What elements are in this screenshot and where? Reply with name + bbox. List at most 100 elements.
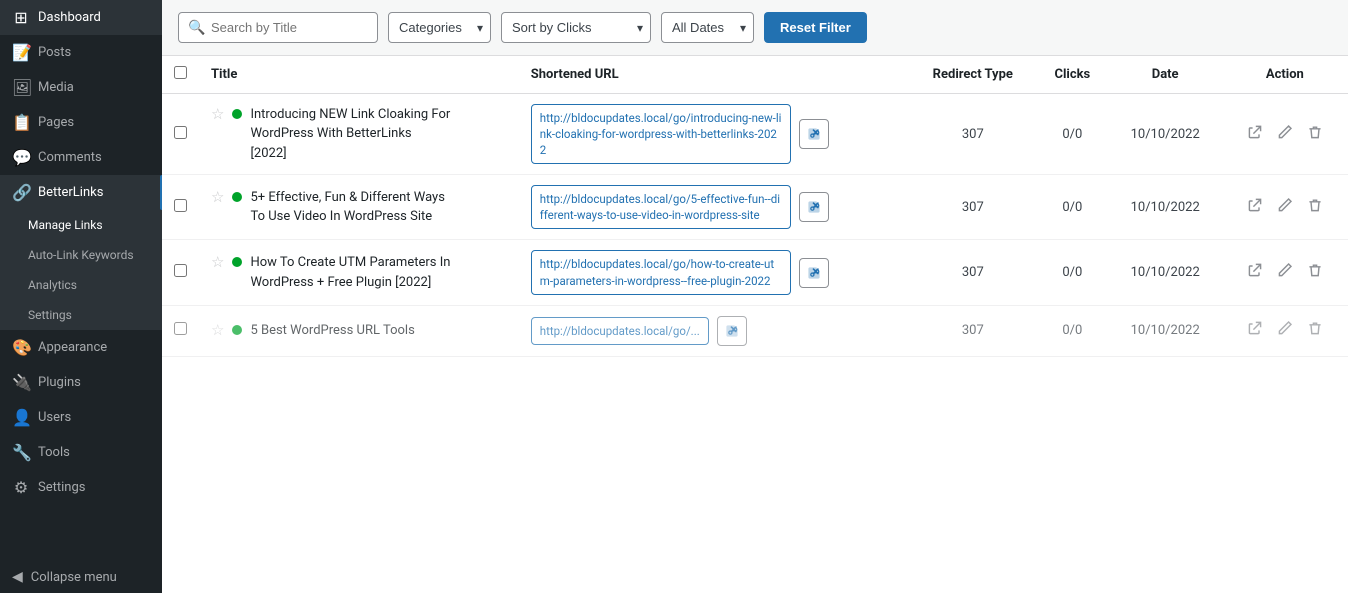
open-link-button[interactable] bbox=[1245, 122, 1265, 147]
table-body: ☆ Introducing NEW Link Cloaking For Word… bbox=[162, 94, 1348, 357]
row-title-cell: ☆ 5 Best WordPress URL Tools bbox=[199, 305, 519, 356]
th-clicks: Clicks bbox=[1036, 56, 1109, 94]
row-checkbox[interactable] bbox=[174, 126, 187, 139]
categories-select-wrapper: Categories bbox=[388, 12, 491, 43]
row-actions bbox=[1222, 94, 1348, 175]
delete-link-button[interactable] bbox=[1305, 122, 1325, 147]
status-dot bbox=[232, 325, 242, 335]
sort-select-wrapper: Sort by Clicks bbox=[501, 12, 651, 43]
edit-link-button[interactable] bbox=[1275, 122, 1295, 147]
settings-icon: ⚙ bbox=[12, 478, 30, 497]
edit-link-button[interactable] bbox=[1275, 195, 1295, 220]
search-input[interactable] bbox=[178, 12, 378, 43]
sidebar-item-sub-settings[interactable]: Settings bbox=[0, 300, 162, 330]
row-checkbox[interactable] bbox=[174, 199, 187, 212]
th-shortened-url: Shortened URL bbox=[519, 56, 910, 94]
copy-link-button[interactable] bbox=[799, 119, 829, 149]
categories-select[interactable]: Categories bbox=[388, 12, 491, 43]
row-actions bbox=[1222, 175, 1348, 240]
open-link-button[interactable] bbox=[1245, 260, 1265, 285]
row-checkbox[interactable] bbox=[174, 322, 187, 335]
sidebar-item-betterlinks[interactable]: 🔗 BetterLinks bbox=[0, 175, 162, 210]
row-title: 5 Best WordPress URL Tools bbox=[250, 321, 414, 341]
row-clicks: 0/0 bbox=[1036, 305, 1109, 356]
select-all-checkbox[interactable] bbox=[174, 66, 187, 79]
row-redirect-type: 307 bbox=[910, 305, 1037, 356]
th-date: Date bbox=[1109, 56, 1222, 94]
sidebar-item-pages[interactable]: 📋 Pages bbox=[0, 105, 162, 140]
open-icon bbox=[1247, 124, 1263, 140]
star-icon[interactable]: ☆ bbox=[211, 188, 224, 206]
edit-link-button[interactable] bbox=[1275, 260, 1295, 285]
row-redirect-type: 307 bbox=[910, 175, 1037, 240]
th-checkbox bbox=[162, 56, 199, 94]
dates-select[interactable]: All Dates bbox=[661, 12, 754, 43]
row-actions bbox=[1222, 240, 1348, 305]
sidebar-item-auto-link-keywords[interactable]: Auto-Link Keywords bbox=[0, 240, 162, 270]
row-url-cell: http://bldocupdates.local/go/how-to-crea… bbox=[519, 240, 910, 305]
sidebar-item-label: Posts bbox=[38, 45, 71, 60]
row-date: 10/10/2022 bbox=[1109, 175, 1222, 240]
row-checkbox-cell bbox=[162, 94, 199, 175]
row-checkbox-cell bbox=[162, 240, 199, 305]
sidebar-item-users[interactable]: 👤 Users bbox=[0, 400, 162, 435]
appearance-icon: 🎨 bbox=[12, 338, 30, 357]
shortened-url-link[interactable]: http://bldocupdates.local/go/5-effective… bbox=[531, 185, 791, 229]
row-url-cell: http://bldocupdates.local/go/... bbox=[519, 305, 910, 356]
pages-icon: 📋 bbox=[12, 113, 30, 132]
sidebar-item-comments[interactable]: 💬 Comments bbox=[0, 140, 162, 175]
shortened-url-link[interactable]: http://bldocupdates.local/go/how-to-crea… bbox=[531, 250, 791, 294]
th-title: Title bbox=[199, 56, 519, 94]
reset-filter-button[interactable]: Reset Filter bbox=[764, 12, 867, 43]
row-clicks: 0/0 bbox=[1036, 240, 1109, 305]
star-icon[interactable]: ☆ bbox=[211, 105, 224, 123]
delete-link-button[interactable] bbox=[1305, 260, 1325, 285]
sidebar-item-settings[interactable]: ⚙ Settings bbox=[0, 470, 162, 505]
sidebar-item-label: Pages bbox=[38, 115, 74, 130]
sidebar-item-appearance[interactable]: 🎨 Appearance bbox=[0, 330, 162, 365]
link-copy-icon bbox=[806, 126, 822, 142]
open-link-button[interactable] bbox=[1245, 318, 1265, 343]
copy-link-button[interactable] bbox=[717, 316, 747, 346]
row-title: 5+ Effective, Fun & Different Ways To Us… bbox=[250, 188, 450, 227]
shortened-url-link[interactable]: http://bldocupdates.local/go/introducing… bbox=[531, 104, 791, 164]
delete-link-button[interactable] bbox=[1305, 195, 1325, 220]
search-wrapper: 🔍 bbox=[178, 12, 378, 43]
shortened-url-link[interactable]: http://bldocupdates.local/go/... bbox=[531, 317, 709, 345]
delete-icon bbox=[1307, 197, 1323, 213]
collapse-menu-button[interactable]: ◀ Collapse menu bbox=[0, 561, 162, 593]
sidebar-item-plugins[interactable]: 🔌 Plugins bbox=[0, 365, 162, 400]
posts-icon: 📝 bbox=[12, 43, 30, 62]
open-icon bbox=[1247, 320, 1263, 336]
link-copy-icon bbox=[724, 323, 740, 339]
sidebar-item-label: Users bbox=[38, 410, 71, 425]
star-icon[interactable]: ☆ bbox=[211, 253, 224, 271]
table-row: ☆ How To Create UTM Parameters In WordPr… bbox=[162, 240, 1348, 305]
media-icon: 🖼 bbox=[12, 78, 30, 97]
sidebar-item-manage-links[interactable]: Manage Links bbox=[0, 210, 162, 240]
open-link-button[interactable] bbox=[1245, 195, 1265, 220]
sort-select[interactable]: Sort by Clicks bbox=[501, 12, 651, 43]
edit-icon bbox=[1277, 262, 1293, 278]
sidebar-item-media[interactable]: 🖼 Media bbox=[0, 70, 162, 105]
sidebar-item-tools[interactable]: 🔧 Tools bbox=[0, 435, 162, 470]
row-clicks: 0/0 bbox=[1036, 175, 1109, 240]
dates-select-wrapper: All Dates bbox=[661, 12, 754, 43]
link-copy-icon bbox=[806, 199, 822, 215]
links-table-container: Title Shortened URL Redirect Type Clicks… bbox=[162, 56, 1348, 593]
sidebar: ⊞ Dashboard 📝 Posts 🖼 Media 📋 Pages 💬 Co… bbox=[0, 0, 162, 593]
copy-link-button[interactable] bbox=[799, 192, 829, 222]
row-checkbox-cell bbox=[162, 175, 199, 240]
row-checkbox[interactable] bbox=[174, 264, 187, 277]
edit-link-button[interactable] bbox=[1275, 318, 1295, 343]
sidebar-item-analytics[interactable]: Analytics bbox=[0, 270, 162, 300]
copy-link-button[interactable] bbox=[799, 258, 829, 288]
delete-icon bbox=[1307, 320, 1323, 336]
sidebar-item-posts[interactable]: 📝 Posts bbox=[0, 35, 162, 70]
main-content: 🔍 Categories Sort by Clicks All Dates Re… bbox=[162, 0, 1348, 593]
row-actions bbox=[1222, 305, 1348, 356]
star-icon[interactable]: ☆ bbox=[211, 321, 224, 339]
sidebar-item-dashboard[interactable]: ⊞ Dashboard bbox=[0, 0, 162, 35]
th-redirect-type: Redirect Type bbox=[910, 56, 1037, 94]
delete-link-button[interactable] bbox=[1305, 318, 1325, 343]
